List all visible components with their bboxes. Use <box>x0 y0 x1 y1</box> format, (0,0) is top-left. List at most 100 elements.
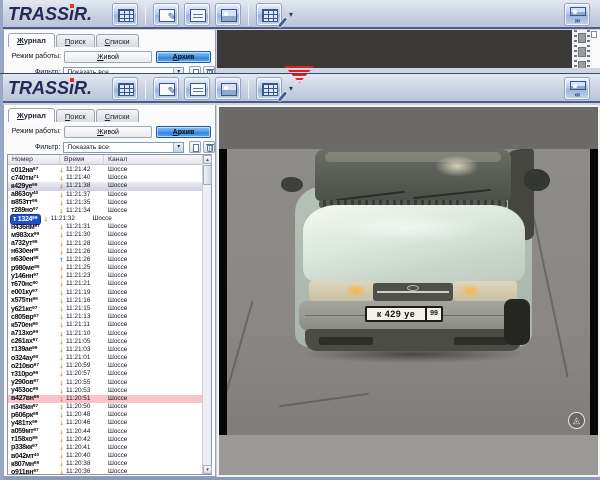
trash-icon <box>207 145 213 152</box>
front-wheel <box>504 299 530 345</box>
journal-edit-button[interactable]: ✎ <box>153 77 179 100</box>
journal-edit-button[interactable]: ✎ <box>153 3 179 26</box>
live-mode-button[interactable]: Живой <box>64 126 152 138</box>
combo-arrow-icon[interactable]: ▾ <box>173 143 183 152</box>
delete-filter-button[interactable] <box>203 141 215 153</box>
detection-time: 11:21:26 <box>66 248 104 256</box>
log-list-button[interactable] <box>184 77 210 100</box>
video-area-top[interactable] <box>217 30 572 68</box>
tab-lists[interactable]: Списки <box>96 109 139 122</box>
right-headlight <box>453 281 517 301</box>
channel-name: Шоссе <box>104 436 127 444</box>
detection-time: 11:21:01 <box>66 354 104 362</box>
detection-time: 11:20:42 <box>66 436 104 444</box>
video-frame[interactable]: к 429 уе 99 ◬ <box>219 149 598 435</box>
table-header: Номер Время Канал <box>8 155 202 165</box>
channel-name: Шоссе <box>104 444 127 452</box>
detection-time: 11:21:40 <box>66 174 104 182</box>
channel-name: Шоссе <box>104 264 127 272</box>
toolbar: TRASSıR. ✎ ▾ ››› <box>0 0 600 29</box>
license-plate: к 429 уе 99 <box>365 306 443 322</box>
tab-journal[interactable]: Журнал <box>8 108 55 122</box>
archive-mode-button[interactable]: Архив <box>156 51 211 63</box>
detection-time: 11:21:19 <box>66 289 104 297</box>
settings-button[interactable] <box>256 3 282 26</box>
scroll-up-button[interactable]: ▴ <box>203 155 212 164</box>
toolbar-separator <box>248 79 249 99</box>
channel-name: Шоссе <box>104 305 127 313</box>
tab-journal[interactable]: Журнал <box>8 33 55 47</box>
frames-nav-button[interactable]: ››› <box>564 3 590 26</box>
logo-red-dot <box>70 4 74 8</box>
channel-name: Шоссе <box>104 346 127 354</box>
left-mirror <box>281 177 303 192</box>
column-header-channel[interactable]: Канал <box>104 155 202 164</box>
settings-grid-icon <box>262 9 278 22</box>
detection-time: 11:21:03 <box>66 346 104 354</box>
plate-row[interactable]: о911вн97↓11:20:36Шоссе <box>8 468 202 474</box>
layout-grid-button[interactable] <box>112 77 138 100</box>
tab-search[interactable]: Поиск <box>56 109 95 122</box>
video-panel[interactable]: к 429 уе 99 ◬ <box>217 105 600 477</box>
settings-dropdown-arrow[interactable]: ▾ <box>289 84 293 93</box>
plate-row[interactable]: т289но97↓11:21:34Шоссе <box>8 207 202 215</box>
filmstrip[interactable] <box>572 30 592 68</box>
archive-mode-button[interactable]: Архив <box>156 126 211 138</box>
direction-down-icon: ↓ <box>57 207 66 215</box>
filmstrip-frame[interactable] <box>578 47 586 57</box>
channel-name: Шоссе <box>104 321 127 329</box>
direction-down-icon: ↓ <box>57 468 66 474</box>
channel-name: Шоссе <box>104 419 127 427</box>
channel-name: Шоссе <box>104 403 127 411</box>
settings-dropdown-arrow[interactable]: ▾ <box>289 10 293 19</box>
layout-grid-button[interactable] <box>112 3 138 26</box>
image-view-button[interactable] <box>215 3 241 26</box>
filter-combobox[interactable]: Показать все▾ <box>63 142 184 153</box>
detection-time: 11:20:36 <box>66 468 104 474</box>
edit-filter-button[interactable] <box>189 66 201 73</box>
image-icon <box>221 9 237 22</box>
wrench-icon <box>278 17 287 27</box>
detection-time: 11:20:55 <box>66 379 104 387</box>
channel-name: Шоссе <box>104 166 127 174</box>
filmstrip-frame[interactable] <box>578 33 586 43</box>
detection-time: 11:20:46 <box>66 419 104 427</box>
tab-search[interactable]: Поиск <box>56 34 95 47</box>
settings-button[interactable] <box>256 77 282 100</box>
column-header-time[interactable]: Время <box>60 155 104 164</box>
frames-nav-button[interactable]: ‹‹‹ <box>564 77 590 100</box>
filmstrip-page-icon <box>591 31 597 38</box>
channel-name: Шоссе <box>104 468 127 474</box>
window-journal-top: TRASSıR. ✎ ▾ ››› Журнал Поиск Списки Реж… <box>0 0 600 73</box>
plate-number: о911вн97 <box>11 468 57 474</box>
chevrons-back-icon: ‹‹‹ <box>565 91 589 99</box>
tab-lists[interactable]: Списки <box>96 34 139 47</box>
detection-time: 11:21:16 <box>66 297 104 305</box>
delete-filter-button[interactable] <box>203 66 215 73</box>
log-list-icon <box>190 9 206 22</box>
detection-time: 11:20:44 <box>66 428 104 436</box>
live-mode-button[interactable]: Живой <box>64 51 152 63</box>
mode-label: Режим работы: <box>4 128 64 135</box>
detection-time: 11:20:59 <box>66 362 104 370</box>
channel-name: Шоссе <box>104 460 127 468</box>
channel-name: Шоссе <box>104 428 127 436</box>
image-view-button[interactable] <box>215 77 241 100</box>
edit-filter-button[interactable] <box>189 141 201 153</box>
log-list-button[interactable] <box>184 3 210 26</box>
scroll-down-button[interactable]: ▾ <box>203 465 212 474</box>
journal-scrollbar[interactable]: ▴ ▾ <box>202 155 211 474</box>
channel-name: Шоссе <box>104 387 127 395</box>
channel-name: Шоссе <box>104 280 127 288</box>
channel-name: Шоссе <box>89 215 112 223</box>
detection-time: 11:21:13 <box>66 313 104 321</box>
channel-name: Шоссе <box>104 452 127 460</box>
hood <box>303 205 525 283</box>
windshield <box>315 149 511 201</box>
right-mirror <box>524 169 550 191</box>
window-journal-main: TRASSıR. ✎ ▾ ‹‹‹ Журнал Поиск Списки Реж… <box>0 73 600 480</box>
scrollbar-thumb[interactable] <box>203 165 212 185</box>
log-list-icon <box>190 83 206 96</box>
column-header-number[interactable]: Номер <box>8 155 60 164</box>
frames-icon <box>570 7 586 16</box>
